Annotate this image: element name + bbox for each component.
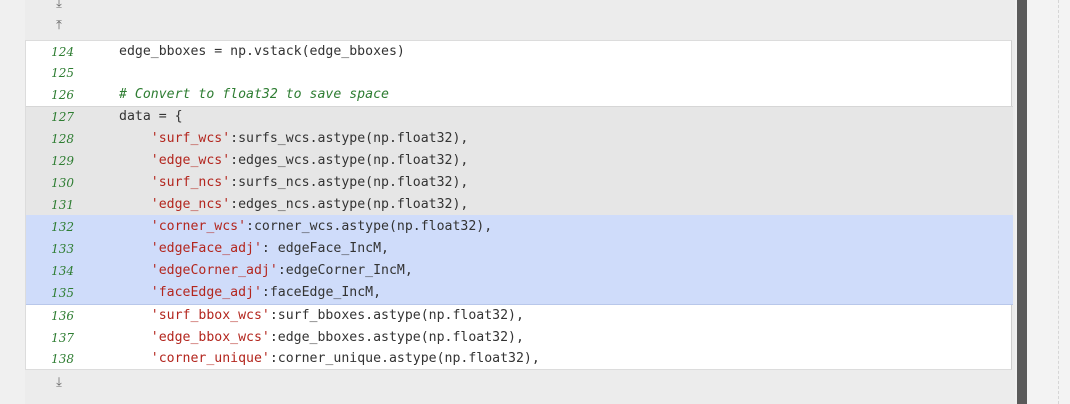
string-token: 'corner_unique' — [150, 351, 270, 366]
code-hunk: 124 edge_bboxes = np.vstack(edge_bboxes) 1… — [25, 40, 1013, 370]
line-number: 138 — [51, 352, 74, 366]
code-token: :surfs_ncs.astype(np.float32), — [230, 175, 469, 190]
string-token: 'edgeFace_adj' — [150, 241, 262, 256]
expand-down-icon[interactable]: ⤓ — [52, 374, 66, 392]
line-number: 130 — [51, 176, 74, 190]
gutter-divider — [1058, 0, 1059, 404]
code-token: :surfs_wcs.astype(np.float32), — [230, 131, 469, 146]
code-token: edge_bboxes = np.vstack(edge_bboxes) — [119, 44, 405, 59]
string-token: 'edge_wcs' — [150, 153, 231, 168]
code-text: 'edge_ncs':edges_ncs.astype(np.float32), — [119, 194, 469, 216]
line-number: 135 — [51, 286, 74, 300]
code-line: 134 'edgeCorner_adj':edgeCorner_IncM, — [26, 260, 1013, 282]
expand-hidden-lines-down-bottom[interactable]: ⤓ — [25, 373, 1015, 393]
string-token: 'edge_bbox_wcs' — [150, 330, 270, 345]
code-line: 127 data = { — [26, 106, 1013, 128]
line-number: 128 — [51, 132, 74, 146]
string-token: 'surf_ncs' — [150, 175, 231, 190]
code-text: # Convert to float32 to save space — [119, 84, 389, 106]
code-line: 137 'edge_bbox_wcs':edge_bboxes.astype(n… — [26, 327, 1013, 349]
line-number: 136 — [51, 309, 74, 323]
code-line: 130 'surf_ncs':surfs_ncs.astype(np.float… — [26, 172, 1013, 194]
code-token: :edges_wcs.astype(np.float32), — [230, 153, 469, 168]
string-token: 'surf_bbox_wcs' — [150, 308, 270, 323]
code-text: 'edgeCorner_adj':edgeCorner_IncM, — [119, 260, 413, 282]
line-number: 125 — [51, 66, 74, 80]
code-line: 135 'faceEdge_adj':faceEdge_IncM, — [26, 282, 1013, 304]
code-text: 'edge_wcs':edges_wcs.astype(np.float32), — [119, 150, 469, 172]
code-text: 'edgeFace_adj': edgeFace_IncM, — [119, 238, 389, 260]
expand-down-icon[interactable]: ⤓ — [52, 0, 66, 13]
code-text: 'surf_ncs':surfs_ncs.astype(np.float32), — [119, 172, 469, 194]
comment-token: # Convert to float32 to save space — [119, 87, 389, 102]
line-number: 126 — [51, 88, 74, 102]
code-token: :corner_unique.astype(np.float32), — [269, 351, 540, 366]
code-text: data = { — [119, 106, 183, 128]
right-gutter — [1027, 0, 1070, 404]
code-line: 131 'edge_ncs':edges_ncs.astype(np.float… — [26, 194, 1013, 216]
code-line: 129 'edge_wcs':edges_wcs.astype(np.float… — [26, 150, 1013, 172]
line-number: 137 — [51, 331, 74, 345]
code-token: :edge_bboxes.astype(np.float32), — [269, 330, 524, 345]
string-token: 'corner_wcs' — [150, 219, 247, 234]
string-token: 'edge_ncs' — [150, 197, 231, 212]
code-line: 136 'surf_bbox_wcs':surf_bboxes.astype(n… — [26, 305, 1013, 327]
code-line: 125 — [26, 62, 1013, 84]
code-text: 'faceEdge_adj':faceEdge_IncM, — [119, 282, 381, 304]
code-token: :surf_bboxes.astype(np.float32), — [269, 308, 524, 323]
line-number: 129 — [51, 154, 74, 168]
code-text: 'corner_unique':corner_unique.astype(np.… — [119, 348, 540, 370]
expand-hidden-lines-down[interactable]: ⤓ — [25, 0, 1015, 14]
code-text: edge_bboxes = np.vstack(edge_bboxes) — [119, 41, 405, 63]
string-token: 'surf_wcs' — [150, 131, 231, 146]
code-text: 'edge_bbox_wcs':edge_bboxes.astype(np.fl… — [119, 327, 524, 349]
code-text: 'surf_wcs':surfs_wcs.astype(np.float32), — [119, 128, 469, 150]
code-line: 133 'edgeFace_adj': edgeFace_IncM, — [26, 238, 1013, 260]
code-token: :faceEdge_IncM, — [261, 285, 382, 300]
string-token: 'edgeCorner_adj' — [150, 263, 278, 278]
code-text: 'surf_bbox_wcs':surf_bboxes.astype(np.fl… — [119, 305, 524, 327]
line-number: 134 — [51, 264, 74, 278]
string-token: 'faceEdge_adj' — [150, 285, 262, 300]
code-token: :edges_ncs.astype(np.float32), — [230, 197, 469, 212]
scrollbar[interactable] — [1017, 0, 1027, 404]
code-token: :corner_wcs.astype(np.float32), — [246, 219, 493, 234]
line-number: 132 — [51, 220, 74, 234]
line-number: 127 — [51, 110, 74, 124]
line-number: 133 — [51, 242, 74, 256]
diff-view: ⤓ ⤒ 124 edge_bboxes = np.vstack(edge_bbox… — [25, 0, 1015, 404]
code-token: :edgeCorner_IncM, — [277, 263, 413, 278]
expand-hidden-lines-up[interactable]: ⤒ — [25, 16, 1015, 36]
code-line: 132 'corner_wcs':corner_wcs.astype(np.fl… — [26, 216, 1013, 238]
line-number: 131 — [51, 198, 74, 212]
code-line: 124 edge_bboxes = np.vstack(edge_bboxes) — [26, 41, 1013, 63]
code-token: data = { — [119, 109, 183, 124]
line-number: 124 — [51, 45, 74, 59]
code-line: 128 'surf_wcs':surfs_wcs.astype(np.float… — [26, 128, 1013, 150]
code-text: 'corner_wcs':corner_wcs.astype(np.float3… — [119, 216, 492, 238]
expand-up-icon[interactable]: ⤒ — [52, 17, 66, 35]
code-token: : edgeFace_IncM, — [261, 241, 389, 256]
code-line: 126 # Convert to float32 to save space — [26, 84, 1013, 106]
code-line: 138 'corner_unique':corner_unique.astype… — [26, 348, 1013, 370]
